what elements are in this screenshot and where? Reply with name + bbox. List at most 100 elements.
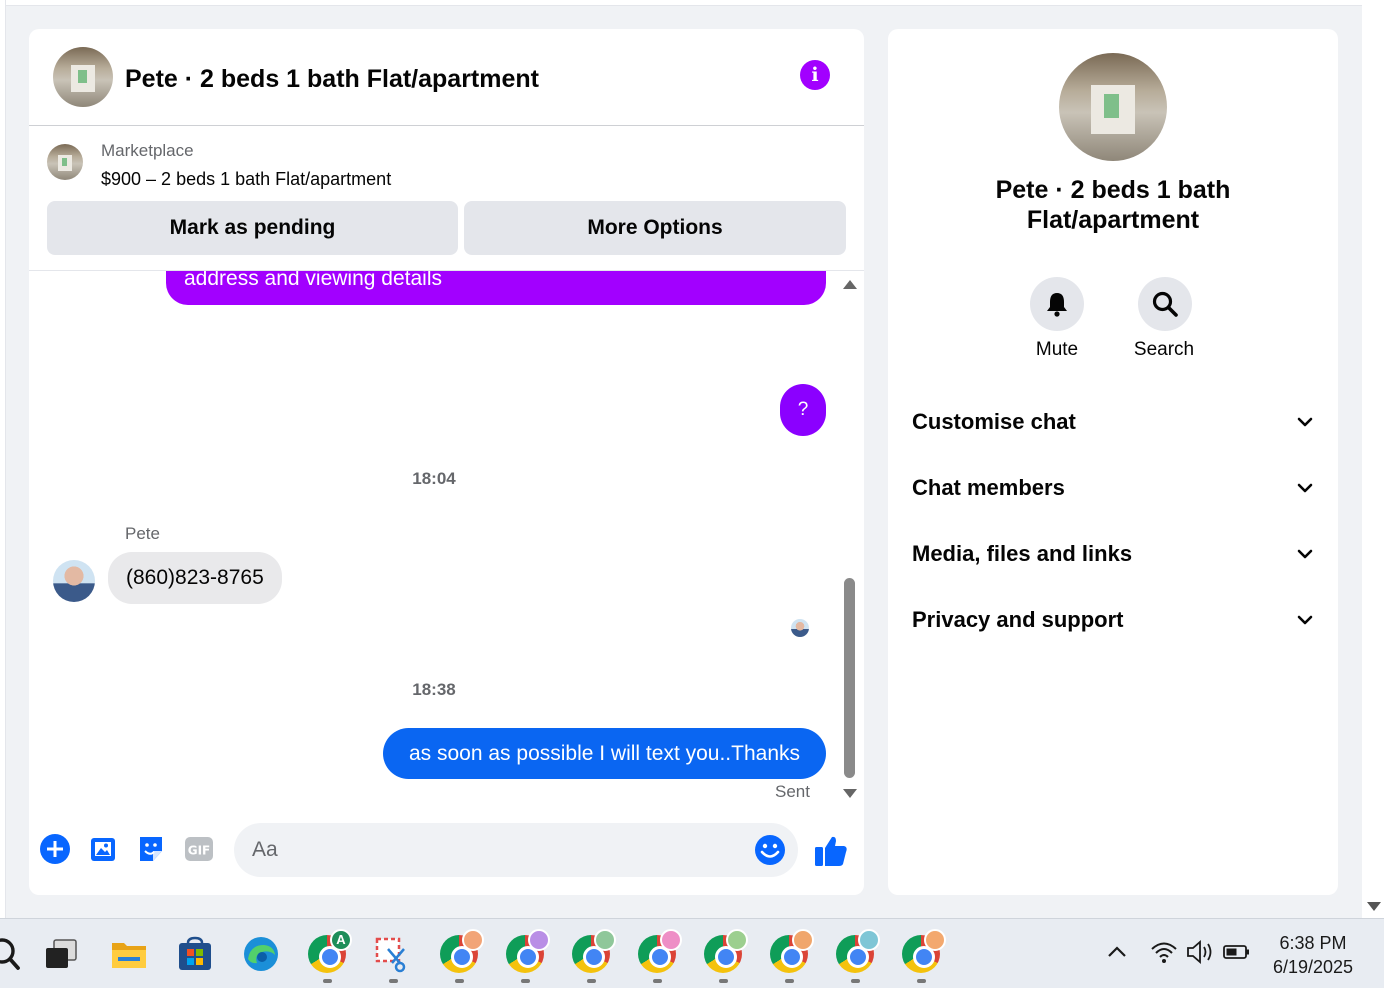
message-scrollbar[interactable] bbox=[840, 273, 860, 803]
info-icon[interactable]: i bbox=[800, 60, 830, 90]
sender-name: Pete bbox=[125, 524, 160, 543]
section-label: Privacy and support bbox=[912, 607, 1124, 632]
mute-label: Mute bbox=[1035, 339, 1079, 360]
edge-browser-icon[interactable] bbox=[242, 935, 280, 973]
search-icon bbox=[1152, 291, 1178, 317]
running-indicator bbox=[653, 979, 662, 983]
wifi-icon[interactable] bbox=[1149, 937, 1179, 967]
search-label: Search bbox=[1133, 339, 1195, 360]
profile-avatar-icon bbox=[924, 929, 946, 951]
chevron-down-icon bbox=[1297, 483, 1313, 493]
info-avatar[interactable] bbox=[1059, 53, 1167, 161]
chrome-icon[interactable] bbox=[638, 929, 682, 973]
window-scroll-down-icon[interactable] bbox=[1367, 902, 1381, 911]
microsoft-store-icon[interactable] bbox=[176, 935, 214, 973]
chevron-down-icon bbox=[1297, 549, 1313, 559]
message-input-container[interactable] bbox=[234, 823, 798, 877]
search-button[interactable] bbox=[1138, 277, 1192, 331]
window-top-strip bbox=[0, 0, 1362, 6]
timestamp: 18:04 bbox=[412, 469, 456, 488]
running-indicator bbox=[455, 979, 464, 983]
message-list[interactable]: address and viewing details ? 18:04 Pete… bbox=[29, 270, 864, 810]
chevron-up-icon[interactable] bbox=[1102, 937, 1132, 967]
search-icon[interactable] bbox=[0, 935, 24, 973]
chrome-icon[interactable] bbox=[506, 929, 550, 973]
conversation-info-panel: Pete · 2 beds 1 bath Flat/apartment Mute… bbox=[888, 29, 1338, 895]
profile-avatar-icon bbox=[462, 929, 484, 951]
chat-avatar[interactable] bbox=[53, 47, 113, 107]
listing-summary[interactable]: $900 – 2 beds 1 bath Flat/apartment bbox=[101, 169, 391, 190]
section-chat-members[interactable]: Chat members bbox=[912, 468, 1314, 508]
timestamp: 18:38 bbox=[412, 680, 456, 699]
chevron-down-icon bbox=[1297, 417, 1313, 427]
listing-thumbnail[interactable] bbox=[47, 144, 83, 180]
section-label: Customise chat bbox=[912, 409, 1076, 434]
chrome-icon[interactable] bbox=[770, 929, 814, 973]
read-receipt-avatar bbox=[791, 619, 809, 637]
scrollbar-thumb[interactable] bbox=[844, 578, 855, 778]
message-input[interactable] bbox=[252, 833, 742, 867]
marketplace-label: Marketplace bbox=[101, 141, 194, 160]
running-indicator bbox=[917, 979, 926, 983]
battery-icon[interactable] bbox=[1222, 937, 1252, 967]
chevron-down-icon bbox=[1297, 615, 1313, 625]
running-indicator bbox=[719, 979, 728, 983]
chrome-icon[interactable] bbox=[440, 929, 484, 973]
clock-date: 6/19/2025 bbox=[1272, 957, 1354, 977]
more-options-button[interactable]: More Options bbox=[464, 201, 846, 255]
mark-as-pending-button[interactable]: Mark as pending bbox=[47, 201, 458, 255]
bell-icon bbox=[1047, 293, 1067, 317]
outgoing-message-question[interactable]: ? bbox=[780, 384, 826, 436]
profile-avatar-icon bbox=[858, 929, 880, 951]
profile-avatar-icon bbox=[660, 929, 682, 951]
sender-avatar[interactable] bbox=[53, 560, 95, 602]
running-indicator bbox=[785, 979, 794, 983]
chrome-icon[interactable]: A bbox=[308, 929, 352, 973]
file-explorer-icon[interactable] bbox=[110, 935, 148, 973]
scroll-up-icon[interactable] bbox=[843, 280, 857, 289]
chat-title[interactable]: Pete · 2 beds 1 bath Flat/apartment bbox=[125, 65, 539, 94]
profile-avatar-icon bbox=[528, 929, 550, 951]
message-status: Sent bbox=[775, 782, 810, 801]
chat-header: Pete · 2 beds 1 bath Flat/apartment i bbox=[29, 29, 864, 126]
thumbs-up-icon[interactable] bbox=[813, 833, 849, 869]
chrome-icon[interactable] bbox=[836, 929, 880, 973]
clock-time: 6:38 PM bbox=[1279, 933, 1347, 953]
section-media-files-links[interactable]: Media, files and links bbox=[912, 534, 1314, 574]
photo-icon[interactable] bbox=[88, 833, 120, 865]
gif-icon[interactable]: GIF bbox=[183, 833, 215, 865]
scroll-down-icon[interactable] bbox=[843, 789, 857, 798]
snipping-tool-icon[interactable] bbox=[374, 935, 412, 973]
section-label: Media, files and links bbox=[912, 541, 1133, 566]
running-indicator bbox=[521, 979, 530, 983]
outgoing-message[interactable]: as soon as possible I will text you..Tha… bbox=[383, 728, 826, 779]
emoji-icon[interactable] bbox=[754, 834, 786, 866]
running-indicator bbox=[389, 979, 398, 983]
profile-avatar-icon bbox=[792, 929, 814, 951]
chrome-icon[interactable] bbox=[572, 929, 616, 973]
chat-panel: Pete · 2 beds 1 bath Flat/apartment i Ma… bbox=[29, 29, 864, 895]
info-title: Pete · 2 beds 1 bath Flat/apartment bbox=[995, 176, 1231, 234]
sticker-icon[interactable] bbox=[135, 833, 167, 865]
profile-avatar-icon bbox=[594, 929, 616, 951]
plus-icon[interactable] bbox=[39, 833, 71, 865]
running-indicator bbox=[323, 979, 332, 983]
section-label: Chat members bbox=[912, 475, 1065, 500]
section-customise-chat[interactable]: Customise chat bbox=[912, 402, 1314, 442]
speaker-icon[interactable] bbox=[1185, 937, 1215, 967]
profile-avatar-icon bbox=[726, 929, 748, 951]
running-indicator bbox=[851, 979, 860, 983]
window-scrollbar[interactable] bbox=[1362, 0, 1384, 918]
system-clock[interactable]: 6:38 PM 6/19/2025 bbox=[1258, 931, 1368, 979]
svg-text:GIF: GIF bbox=[188, 844, 211, 858]
composer: GIF bbox=[29, 819, 864, 889]
task-view-icon[interactable] bbox=[42, 935, 80, 973]
incoming-message[interactable]: (860)823-8765 bbox=[108, 552, 282, 604]
running-indicator bbox=[587, 979, 596, 983]
outgoing-message-partial[interactable]: address and viewing details bbox=[166, 271, 826, 305]
section-privacy-support[interactable]: Privacy and support bbox=[912, 600, 1314, 640]
mute-button[interactable] bbox=[1030, 277, 1084, 331]
chrome-icon[interactable] bbox=[704, 929, 748, 973]
taskbar: A 6:38 PM 6/19/2025 bbox=[0, 918, 1384, 988]
chrome-icon[interactable] bbox=[902, 929, 946, 973]
